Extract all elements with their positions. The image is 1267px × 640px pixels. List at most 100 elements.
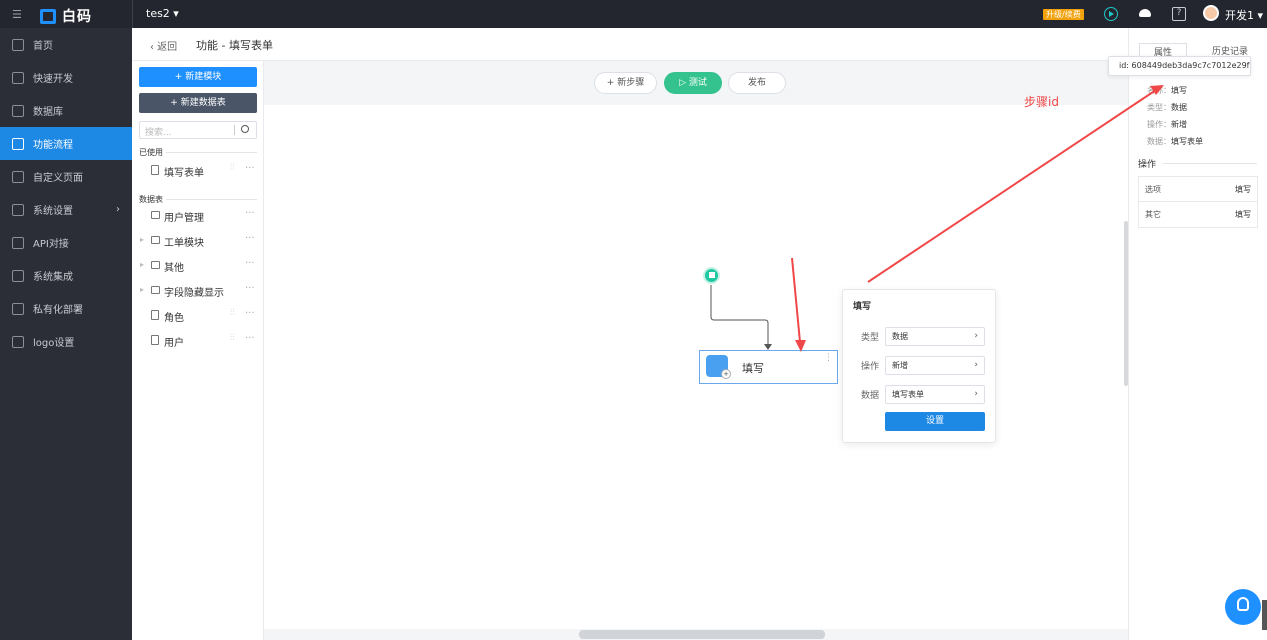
upgrade-badge[interactable]: 升级/续费 bbox=[1043, 9, 1084, 20]
caret-right-icon[interactable]: ▸ bbox=[140, 260, 144, 269]
sidebar-item-quick-dev[interactable]: 快速开发 bbox=[0, 61, 132, 94]
more-icon[interactable]: ··· bbox=[245, 333, 255, 344]
tips-button[interactable] bbox=[1225, 589, 1261, 625]
back-button[interactable]: ‹ 返回 bbox=[150, 38, 177, 53]
operations-table: 选项 填写 其它 填写 bbox=[1138, 176, 1258, 228]
list-item-label: 用户管理 bbox=[164, 213, 204, 224]
avatar[interactable] bbox=[1203, 5, 1219, 21]
more-vertical-icon[interactable]: ⋮ bbox=[824, 353, 833, 363]
adjust-icon[interactable]: ⫶⫶ bbox=[230, 163, 235, 173]
top-bar: ☰ 白码 tes2 ▾ 升级/续费 ? 开发1 ▾ bbox=[0, 0, 1267, 28]
sidebar-item-label: 系统设置 bbox=[33, 206, 73, 217]
table-row[interactable]: 其它 填写 bbox=[1139, 202, 1257, 227]
row-key: 其它 bbox=[1145, 210, 1161, 219]
horizontal-scrollbar[interactable] bbox=[579, 630, 825, 639]
new-table-button[interactable]: + 新建数据表 bbox=[139, 93, 257, 113]
row-key: 选项 bbox=[1145, 185, 1161, 194]
sidebar-item-custom-page[interactable]: 自定义页面 bbox=[0, 160, 132, 193]
data-select[interactable]: 填写表单 › bbox=[885, 385, 985, 404]
list-item[interactable]: ▸ 字段隐藏显示 ··· bbox=[132, 283, 264, 299]
user-menu[interactable]: 开发1 ▾ bbox=[1225, 7, 1263, 23]
adjust-icon[interactable]: ⫶⫶ bbox=[230, 308, 235, 318]
more-icon[interactable]: ··· bbox=[245, 208, 255, 219]
chevron-right-icon: › bbox=[974, 360, 978, 370]
flow-canvas[interactable]: + 新步骤 ▷ 测试 发布 + 填写 ⋮ 填写 类型 数据 › 操作 新增 › 数据… bbox=[264, 61, 1128, 640]
settings-button[interactable]: 设置 bbox=[885, 412, 985, 431]
sidebar-item-logo-settings[interactable]: logo设置 bbox=[0, 325, 132, 358]
layers-icon bbox=[12, 269, 24, 282]
left-panel: + 新建模块 + 新建数据表 搜索... 已使用 填写表单 ⫶⫶ ··· 数据表… bbox=[132, 61, 264, 640]
prop-operation: 操作：新增 bbox=[1147, 119, 1187, 130]
sidebar-item-label: 数据库 bbox=[33, 107, 63, 118]
list-item[interactable]: ▸ 工单模块 ··· bbox=[132, 233, 264, 249]
more-icon[interactable]: ··· bbox=[245, 283, 255, 294]
search-icon[interactable] bbox=[241, 125, 249, 133]
help-icon[interactable]: ? bbox=[1172, 7, 1186, 21]
chevron-right-icon: › bbox=[974, 389, 978, 399]
start-node[interactable] bbox=[703, 267, 720, 284]
operation-select[interactable]: 新增 › bbox=[885, 356, 985, 375]
server-icon bbox=[12, 302, 24, 315]
sidebar-item-home[interactable]: 首页 bbox=[0, 28, 132, 61]
play-icon[interactable] bbox=[1104, 7, 1118, 21]
node-label: 填写 bbox=[742, 362, 764, 375]
more-icon[interactable]: ··· bbox=[245, 233, 255, 244]
cloud-icon[interactable] bbox=[1139, 9, 1151, 17]
list-item[interactable]: 填写表单 ⫶⫶ ··· bbox=[132, 163, 264, 179]
prop-type: 类型：数据 bbox=[1147, 102, 1187, 113]
list-item[interactable]: 用户 ⫶⫶ ··· bbox=[132, 333, 264, 349]
document-icon bbox=[151, 310, 159, 320]
sidebar-item-integration[interactable]: 系统集成 bbox=[0, 259, 132, 292]
page-title: 功能 - 填写表单 bbox=[196, 39, 273, 52]
connector-lines bbox=[710, 285, 772, 350]
operation-label: 操作 bbox=[861, 362, 880, 372]
page-scrollbar[interactable] bbox=[1262, 600, 1267, 630]
caret-right-icon[interactable]: ▸ bbox=[140, 235, 144, 244]
menu-icon[interactable]: ☰ bbox=[12, 8, 22, 21]
list-item-label: 填写表单 bbox=[164, 168, 204, 179]
page-icon bbox=[12, 170, 24, 183]
logo: 白码 bbox=[40, 6, 92, 26]
project-selector[interactable]: tes2 ▾ bbox=[146, 7, 179, 20]
type-select[interactable]: 数据 › bbox=[885, 327, 985, 346]
tables-section-title: 数据表 bbox=[139, 195, 163, 204]
flow-step-node[interactable]: + 填写 ⋮ bbox=[699, 350, 838, 384]
more-icon[interactable]: ··· bbox=[245, 258, 255, 269]
more-icon[interactable]: ··· bbox=[245, 163, 255, 174]
sidebar-item-label: 私有化部署 bbox=[33, 305, 83, 316]
step-id-tooltip: id: 608449deb3da9c7c7012e29f bbox=[1108, 56, 1251, 76]
folder-icon bbox=[151, 286, 160, 294]
monitor-icon bbox=[12, 203, 24, 216]
new-module-button[interactable]: + 新建模块 bbox=[139, 67, 257, 87]
sidebar-item-label: 功能流程 bbox=[33, 140, 73, 151]
divider bbox=[1163, 163, 1257, 164]
search-input[interactable]: 搜索... bbox=[139, 121, 257, 139]
document-icon bbox=[151, 335, 159, 345]
more-icon[interactable]: ··· bbox=[245, 308, 255, 319]
sidebar-item-database[interactable]: 数据库 bbox=[0, 94, 132, 127]
adjust-icon[interactable]: ⫶⫶ bbox=[230, 333, 235, 343]
api-icon bbox=[12, 236, 24, 249]
prop-value: 填写表单 bbox=[1171, 137, 1203, 146]
search-placeholder: 搜索... bbox=[145, 128, 172, 138]
prop-key: 操作： bbox=[1147, 120, 1171, 129]
list-item[interactable]: 角色 ⫶⫶ ··· bbox=[132, 308, 264, 324]
sidebar-item-api[interactable]: API对接 bbox=[0, 226, 132, 259]
divider bbox=[234, 125, 235, 135]
caret-right-icon[interactable]: ▸ bbox=[140, 285, 144, 294]
chevron-right-icon: › bbox=[974, 331, 978, 341]
list-item[interactable]: 用户管理 ··· bbox=[132, 208, 264, 224]
add-icon[interactable]: + bbox=[721, 369, 731, 379]
sidebar-item-label: API对接 bbox=[33, 239, 69, 250]
list-item[interactable]: ▸ 其他 ··· bbox=[132, 258, 264, 274]
popup-title: 填写 bbox=[853, 302, 872, 312]
prop-value: 数据 bbox=[1171, 103, 1187, 112]
image-icon bbox=[12, 335, 24, 348]
table-row[interactable]: 选项 填写 bbox=[1139, 177, 1257, 202]
sidebar-item-flow[interactable]: 功能流程 bbox=[0, 127, 132, 160]
sidebar-item-settings[interactable]: 系统设置 › bbox=[0, 193, 132, 226]
flow-icon bbox=[12, 137, 24, 150]
data-label: 数据 bbox=[861, 391, 880, 401]
sidebar-item-private-deploy[interactable]: 私有化部署 bbox=[0, 292, 132, 325]
sidebar: 首页 快速开发 数据库 功能流程 自定义页面 系统设置 › API对接 系统集成 … bbox=[0, 28, 132, 640]
